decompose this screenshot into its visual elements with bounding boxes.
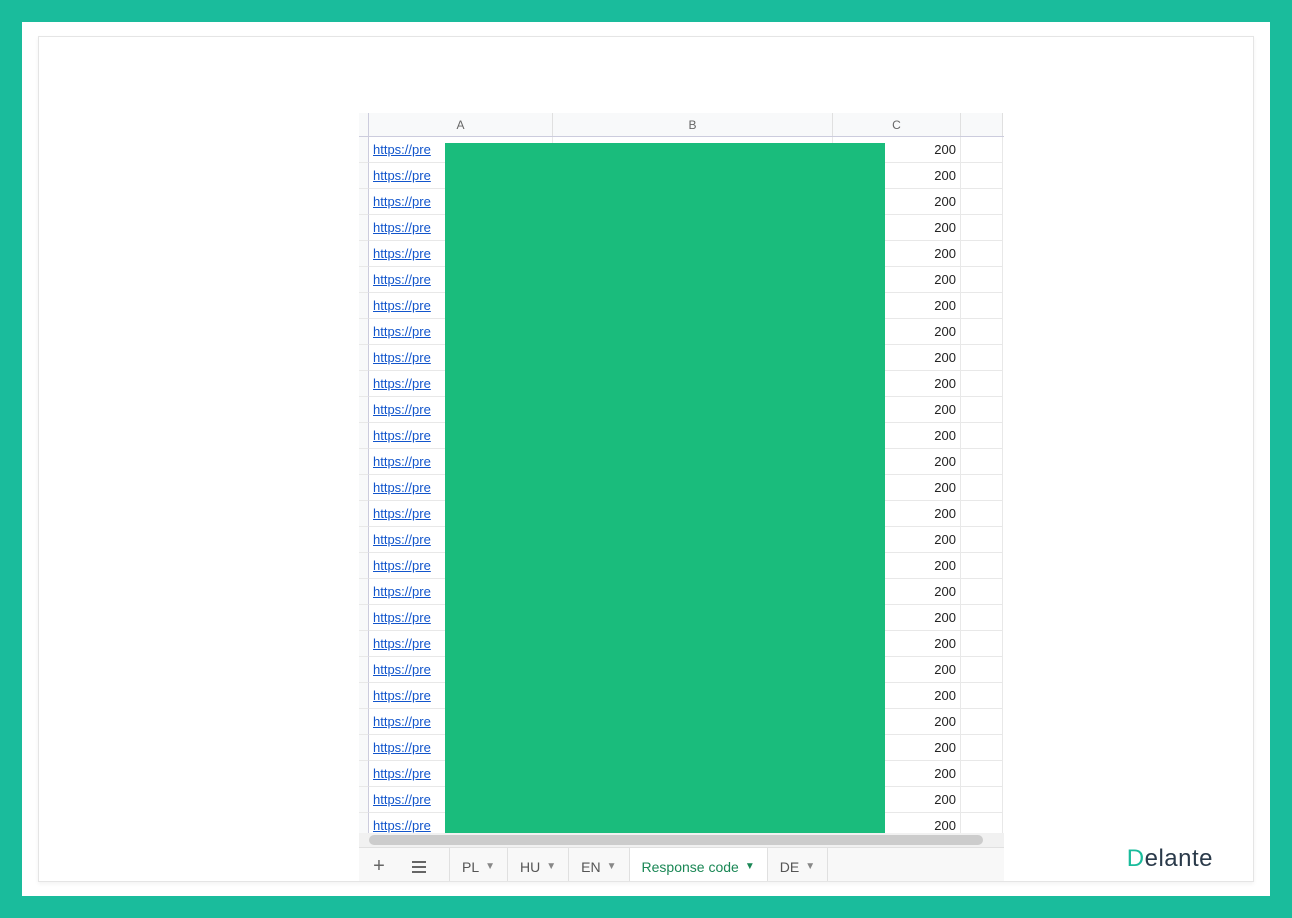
content-card: A B C https://pre200https://pre200https:… xyxy=(38,36,1254,882)
cell-d[interactable] xyxy=(961,293,1003,319)
row-header[interactable] xyxy=(359,163,369,189)
cell-d[interactable] xyxy=(961,787,1003,813)
cell-d[interactable] xyxy=(961,267,1003,293)
row-header[interactable] xyxy=(359,527,369,553)
row-header[interactable] xyxy=(359,761,369,787)
sheet-tab-en[interactable]: EN ▼ xyxy=(568,848,629,883)
chevron-down-icon: ▼ xyxy=(485,861,495,872)
cell-d[interactable] xyxy=(961,241,1003,267)
chevron-down-icon: ▼ xyxy=(745,861,755,872)
cell-d[interactable] xyxy=(961,397,1003,423)
row-header[interactable] xyxy=(359,137,369,163)
cell-d[interactable] xyxy=(961,449,1003,475)
row-header[interactable] xyxy=(359,553,369,579)
column-header-c[interactable]: C xyxy=(833,113,961,136)
cell-d[interactable] xyxy=(961,657,1003,683)
corner-cell[interactable] xyxy=(359,113,369,136)
scrollbar-thumb[interactable] xyxy=(369,835,983,845)
row-header[interactable] xyxy=(359,657,369,683)
row-header[interactable] xyxy=(359,475,369,501)
cell-d[interactable] xyxy=(961,371,1003,397)
delante-logo: Delante xyxy=(1127,845,1213,873)
cell-d[interactable] xyxy=(961,709,1003,735)
row-header[interactable] xyxy=(359,267,369,293)
cell-d[interactable] xyxy=(961,189,1003,215)
cell-d[interactable] xyxy=(961,475,1003,501)
row-header[interactable] xyxy=(359,215,369,241)
brand-frame: A B C https://pre200https://pre200https:… xyxy=(0,0,1292,918)
sheet-tab-label: PL xyxy=(462,859,479,875)
row-header[interactable] xyxy=(359,631,369,657)
add-sheet-button[interactable]: + xyxy=(359,848,399,883)
cell-d[interactable] xyxy=(961,553,1003,579)
cell-d[interactable] xyxy=(961,319,1003,345)
row-header[interactable] xyxy=(359,735,369,761)
row-header[interactable] xyxy=(359,501,369,527)
cell-d[interactable] xyxy=(961,631,1003,657)
cell-d[interactable] xyxy=(961,683,1003,709)
cell-d[interactable] xyxy=(961,605,1003,631)
cell-d[interactable] xyxy=(961,423,1003,449)
horizontal-scrollbar[interactable] xyxy=(359,833,1004,847)
chevron-down-icon: ▼ xyxy=(546,861,556,872)
row-header[interactable] xyxy=(359,345,369,371)
cell-d[interactable] xyxy=(961,163,1003,189)
row-header[interactable] xyxy=(359,371,369,397)
cell-d[interactable] xyxy=(961,345,1003,371)
row-header[interactable] xyxy=(359,189,369,215)
sheet-tabs-bar: + PL ▼ HU ▼ EN ▼ Response code ▼ DE ▼ xyxy=(359,847,1004,882)
sheet-tab-response-code[interactable]: Response code ▼ xyxy=(629,847,768,883)
row-header[interactable] xyxy=(359,709,369,735)
cell-d[interactable] xyxy=(961,761,1003,787)
column-header-d[interactable] xyxy=(961,113,1003,136)
row-header[interactable] xyxy=(359,579,369,605)
cell-d[interactable] xyxy=(961,579,1003,605)
cell-d[interactable] xyxy=(961,735,1003,761)
sheet-tab-de[interactable]: DE ▼ xyxy=(767,848,828,883)
cell-d[interactable] xyxy=(961,527,1003,553)
redaction-overlay xyxy=(445,143,885,839)
all-sheets-button[interactable] xyxy=(399,848,439,883)
column-header-b[interactable]: B xyxy=(553,113,833,136)
chevron-down-icon: ▼ xyxy=(607,861,617,872)
sheet-tab-pl[interactable]: PL ▼ xyxy=(449,848,508,883)
row-header[interactable] xyxy=(359,293,369,319)
chevron-down-icon: ▼ xyxy=(805,861,815,872)
sheet-tab-label: EN xyxy=(581,859,600,875)
row-header[interactable] xyxy=(359,423,369,449)
logo-first-letter: D xyxy=(1127,845,1145,872)
hamburger-icon xyxy=(412,861,426,873)
cell-d[interactable] xyxy=(961,215,1003,241)
row-header[interactable] xyxy=(359,683,369,709)
row-header[interactable] xyxy=(359,605,369,631)
sheet-tab-label: HU xyxy=(520,859,540,875)
sheet-tab-hu[interactable]: HU ▼ xyxy=(507,848,569,883)
sheet-tab-label: Response code xyxy=(642,859,739,875)
row-header[interactable] xyxy=(359,397,369,423)
logo-text: elante xyxy=(1145,845,1213,872)
row-header[interactable] xyxy=(359,449,369,475)
row-header[interactable] xyxy=(359,319,369,345)
column-header-a[interactable]: A xyxy=(369,113,553,136)
row-header[interactable] xyxy=(359,787,369,813)
row-header[interactable] xyxy=(359,241,369,267)
sheet-tab-label: DE xyxy=(780,859,799,875)
column-header-row: A B C xyxy=(359,113,1004,137)
cell-d[interactable] xyxy=(961,137,1003,163)
cell-d[interactable] xyxy=(961,501,1003,527)
